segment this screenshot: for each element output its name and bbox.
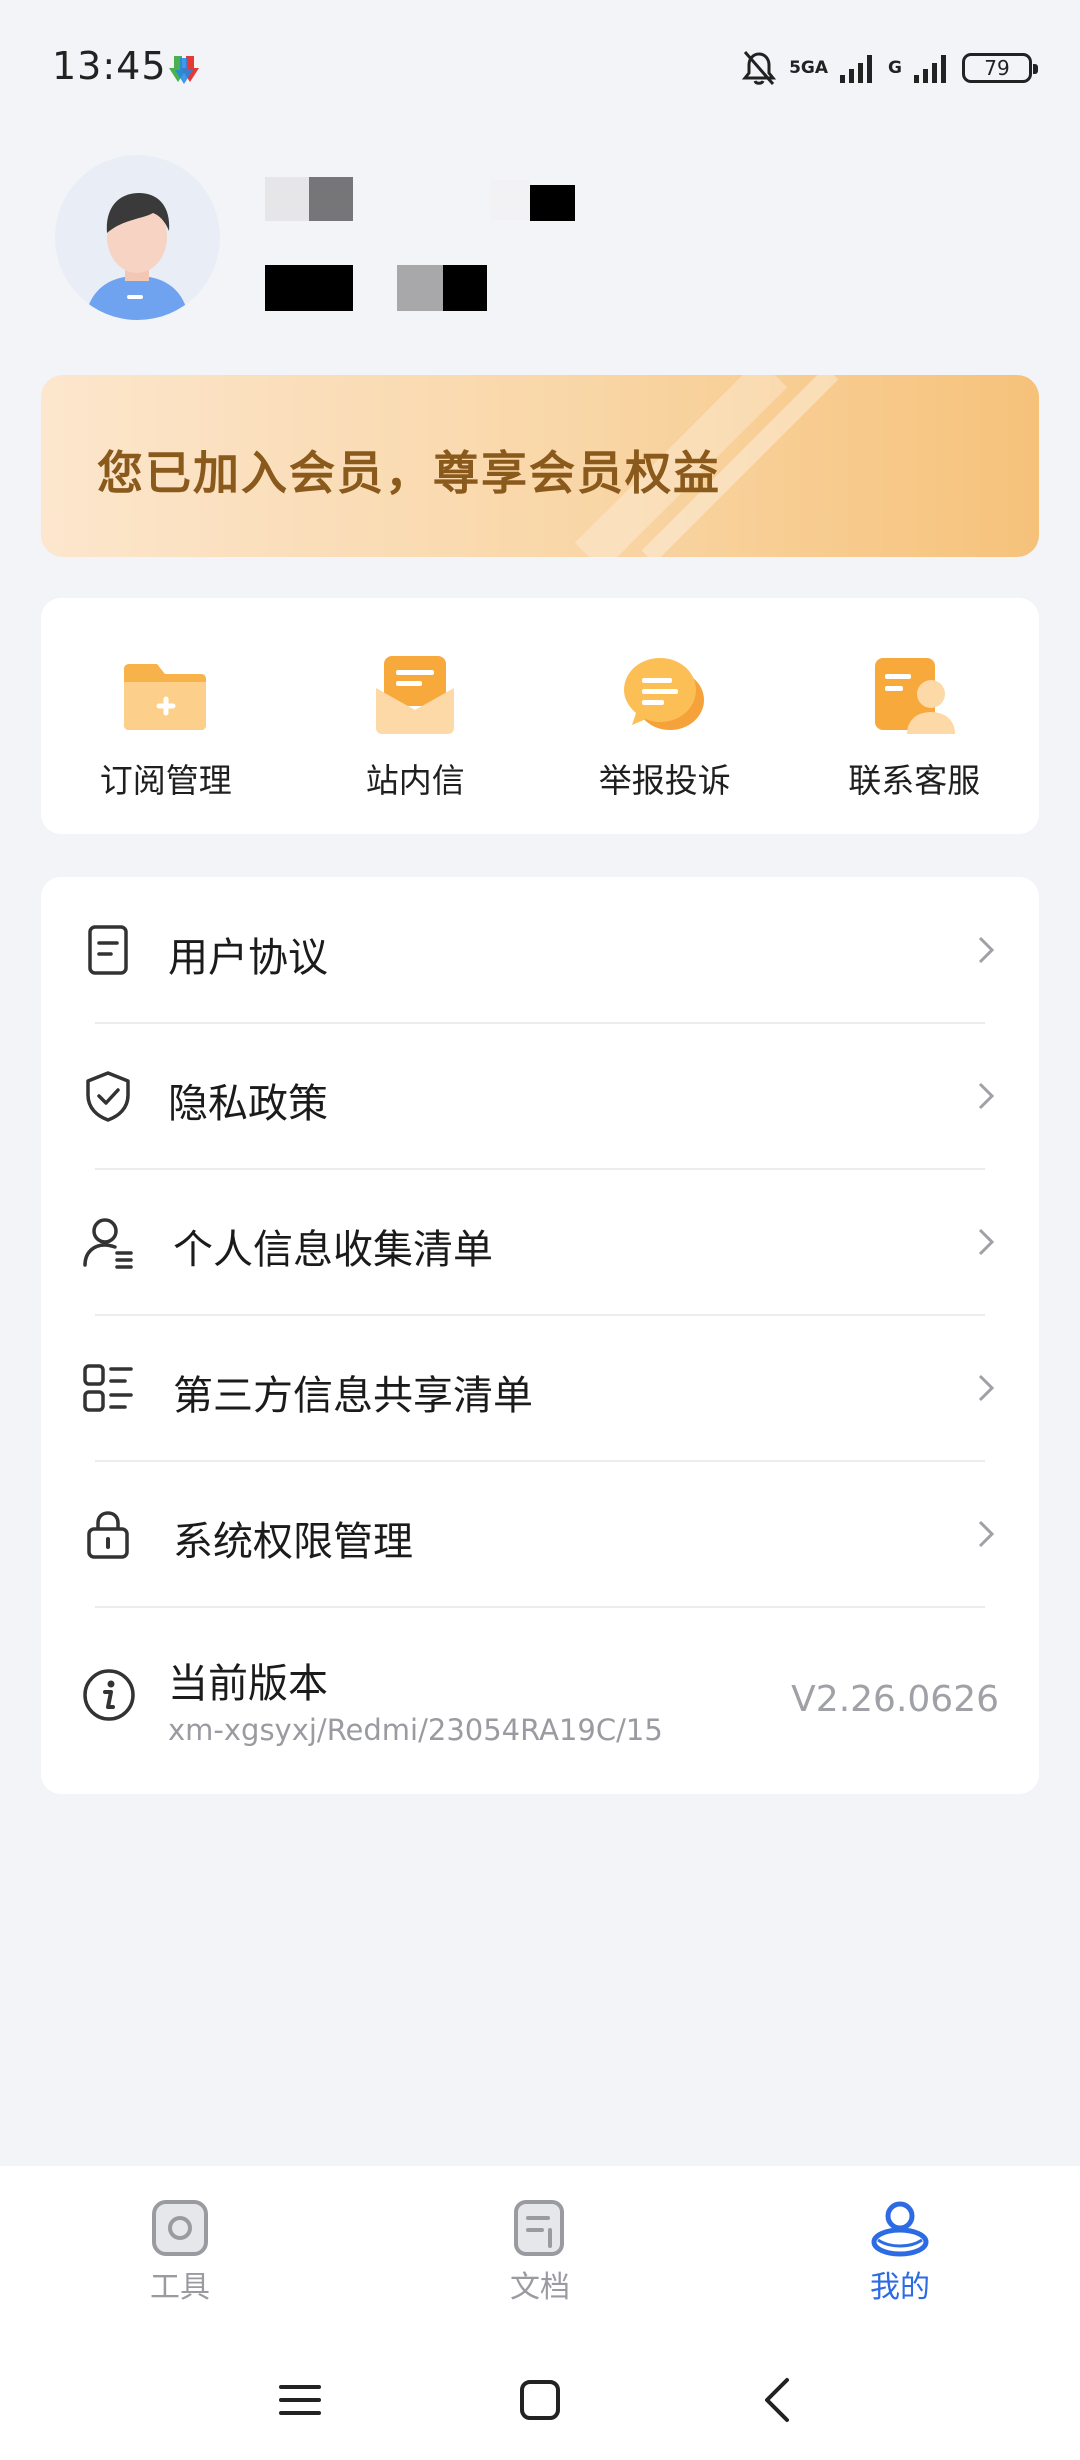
- tab-label: 文档: [510, 2270, 570, 2305]
- menu-item-privacy-policy[interactable]: 隐私政策: [41, 1023, 1039, 1169]
- network-type-2: G: [888, 58, 902, 78]
- customer-service-icon: [875, 658, 956, 734]
- battery-icon: 79: [962, 53, 1038, 83]
- menu-item-system-permissions[interactable]: 系统权限管理: [41, 1461, 1039, 1607]
- quick-action-subscription[interactable]: 订阅管理: [41, 598, 291, 834]
- menu-item-label: 第三方信息共享清单: [173, 1373, 533, 1419]
- chevron-right-icon: [978, 1082, 995, 1110]
- tab-label: 我的: [870, 2270, 930, 2305]
- battery-level: 79: [984, 56, 1010, 80]
- username-redacted: [309, 177, 353, 221]
- chat-bubble-icon: [623, 658, 704, 730]
- camera-icon: [152, 2200, 208, 2256]
- chevron-right-icon: [978, 1228, 995, 1256]
- version-number: V2.26.0626: [791, 1679, 999, 1720]
- quick-action-support[interactable]: 联系客服: [790, 598, 1040, 834]
- quick-action-label: 联系客服: [848, 761, 981, 800]
- chevron-right-icon: [978, 936, 995, 964]
- download-app-icon: [169, 56, 199, 84]
- avatar[interactable]: [55, 155, 220, 320]
- menu-item-user-agreement[interactable]: 用户协议: [41, 877, 1039, 1023]
- tab-label: 工具: [150, 2270, 210, 2305]
- vip-text: 您已加入会员，尊享会员权益: [97, 446, 721, 500]
- lock-icon: [87, 1511, 129, 1559]
- user-list-icon: [83, 1218, 133, 1269]
- bell-mute-icon: [741, 51, 777, 85]
- menu-item-label: 用户协议: [168, 935, 328, 981]
- menu-item-personal-info-list[interactable]: 个人信息收集清单: [41, 1169, 1039, 1315]
- shield-check-icon: [86, 1071, 130, 1122]
- bottom-nav: 工具 文档 我的: [0, 2166, 1080, 2341]
- menu-icon[interactable]: [265, 2365, 335, 2435]
- status-time: 13:45: [52, 44, 167, 88]
- chevron-right-icon: [978, 1520, 995, 1548]
- signal-icon: [840, 55, 873, 83]
- quick-action-label: 举报投诉: [598, 761, 731, 800]
- user-id-redacted: [265, 265, 353, 311]
- quick-action-inbox[interactable]: 站内信: [291, 598, 541, 834]
- home-icon[interactable]: [505, 2365, 575, 2435]
- quick-action-report[interactable]: 举报投诉: [540, 598, 790, 834]
- tab-tools[interactable]: 工具: [0, 2166, 360, 2341]
- menu-item-label: 系统权限管理: [173, 1519, 413, 1565]
- user-id-redacted: [443, 265, 487, 311]
- grid-list-icon: [83, 1364, 133, 1412]
- settings-menu-card: 用户协议 隐私政策 个人信息收集清单 第三方信息共享清单 系统权限管理 当前版本…: [41, 877, 1039, 1794]
- username-redacted: [490, 180, 530, 220]
- tab-documents[interactable]: 文档: [360, 2166, 720, 2341]
- vip-banner[interactable]: 您已加入会员，尊享会员权益: [41, 375, 1039, 557]
- menu-item-label: 个人信息收集清单: [173, 1227, 493, 1273]
- back-icon[interactable]: [745, 2365, 815, 2435]
- username-redacted: [530, 185, 575, 221]
- user-avatar-icon: [55, 155, 219, 320]
- folder-add-icon: [123, 664, 206, 730]
- user-id-redacted: [397, 265, 443, 311]
- mail-icon: [376, 656, 455, 734]
- network-type: 5GA: [789, 58, 829, 78]
- info-icon: [83, 1669, 135, 1721]
- version-title: 当前版本: [168, 1661, 328, 1707]
- user-icon: [871, 2201, 929, 2257]
- quick-action-label: 订阅管理: [99, 761, 232, 800]
- version-build: xm-xgsyxj/Redmi/23054RA19C/15: [168, 1713, 663, 1747]
- system-nav-bar: [0, 2341, 1080, 2460]
- menu-item-third-party-sharing[interactable]: 第三方信息共享清单: [41, 1315, 1039, 1461]
- username-redacted: [265, 177, 309, 221]
- quick-action-label: 站内信: [365, 761, 465, 800]
- chevron-right-icon: [978, 1374, 995, 1402]
- document-tab-icon: [514, 2200, 564, 2256]
- signal-icon-2: [914, 55, 946, 83]
- menu-item-label: 隐私政策: [168, 1081, 328, 1127]
- status-icons: 5GA G 79: [739, 44, 1038, 92]
- divider: [95, 1606, 985, 1608]
- quick-actions-card: 订阅管理 站内信 举报投诉 联系客服: [41, 598, 1039, 834]
- tab-mine[interactable]: 我的: [720, 2166, 1080, 2341]
- status-bar: 13:45 5GA G 79: [0, 0, 1080, 130]
- document-icon: [88, 925, 128, 975]
